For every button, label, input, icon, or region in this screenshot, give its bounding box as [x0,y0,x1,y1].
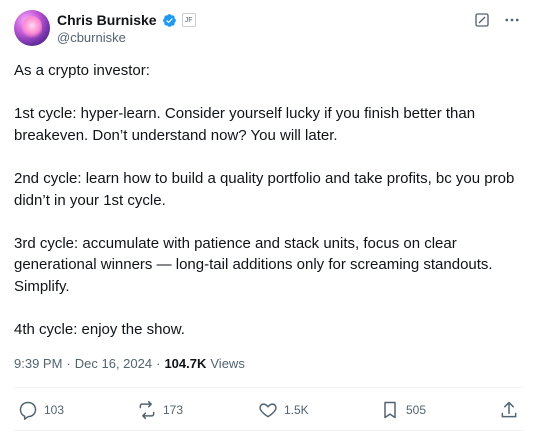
reply-button[interactable]: 103 [18,400,64,420]
affiliate-badge-icon[interactable]: JF [181,13,196,27]
top-actions [472,10,522,30]
views-label: Views [210,356,245,371]
bookmark-count: 505 [406,403,427,417]
like-count: 1.5K [284,403,309,417]
tweet-paragraph: 1st cycle: hyper-learn. Consider yoursel… [14,105,476,144]
divider [14,387,524,388]
tweet-time[interactable]: 9:39 PM [14,356,62,371]
divider [14,430,524,431]
tweet-paragraph: 4th cycle: enjoy the show. [14,321,185,339]
tweet-paragraph: 3rd cycle: accumulate with patience and … [14,234,493,295]
avatar[interactable] [14,10,50,46]
author-handle[interactable]: @cburniske [57,30,126,45]
tweet-text: As a crypto investor: 1st cycle: hyper-l… [14,60,526,362]
tweet-meta: 9:39 PM · Dec 16, 2024 · 104.7K Views [14,356,245,371]
meta-separator: · [66,356,71,371]
reply-icon [19,401,37,420]
action-bar: 103 173 1.5K 505 [14,392,524,428]
author-row: Chris Burniske JF [57,11,196,29]
bookmark-button[interactable]: 505 [380,400,426,420]
heart-icon [259,403,277,418]
verified-badge-icon [162,13,177,28]
bookmark-icon [384,401,396,419]
grok-icon[interactable] [472,10,492,30]
like-button[interactable]: 1.5K [258,400,309,420]
tweet-date[interactable]: Dec 16, 2024 [75,356,152,371]
share-button[interactable] [499,400,519,420]
repost-button[interactable]: 173 [137,400,183,420]
tweet-paragraph: 2nd cycle: learn how to build a quality … [14,169,515,209]
tweet-paragraph: As a crypto investor: [14,62,150,79]
meta-separator: · [156,356,161,371]
share-icon [501,401,517,418]
repost-count: 173 [163,403,184,417]
repost-icon [139,400,155,420]
reply-count: 103 [44,403,65,417]
author-name[interactable]: Chris Burniske [57,12,157,28]
views-count: 104.7K [164,356,207,371]
more-icon[interactable] [502,10,522,30]
